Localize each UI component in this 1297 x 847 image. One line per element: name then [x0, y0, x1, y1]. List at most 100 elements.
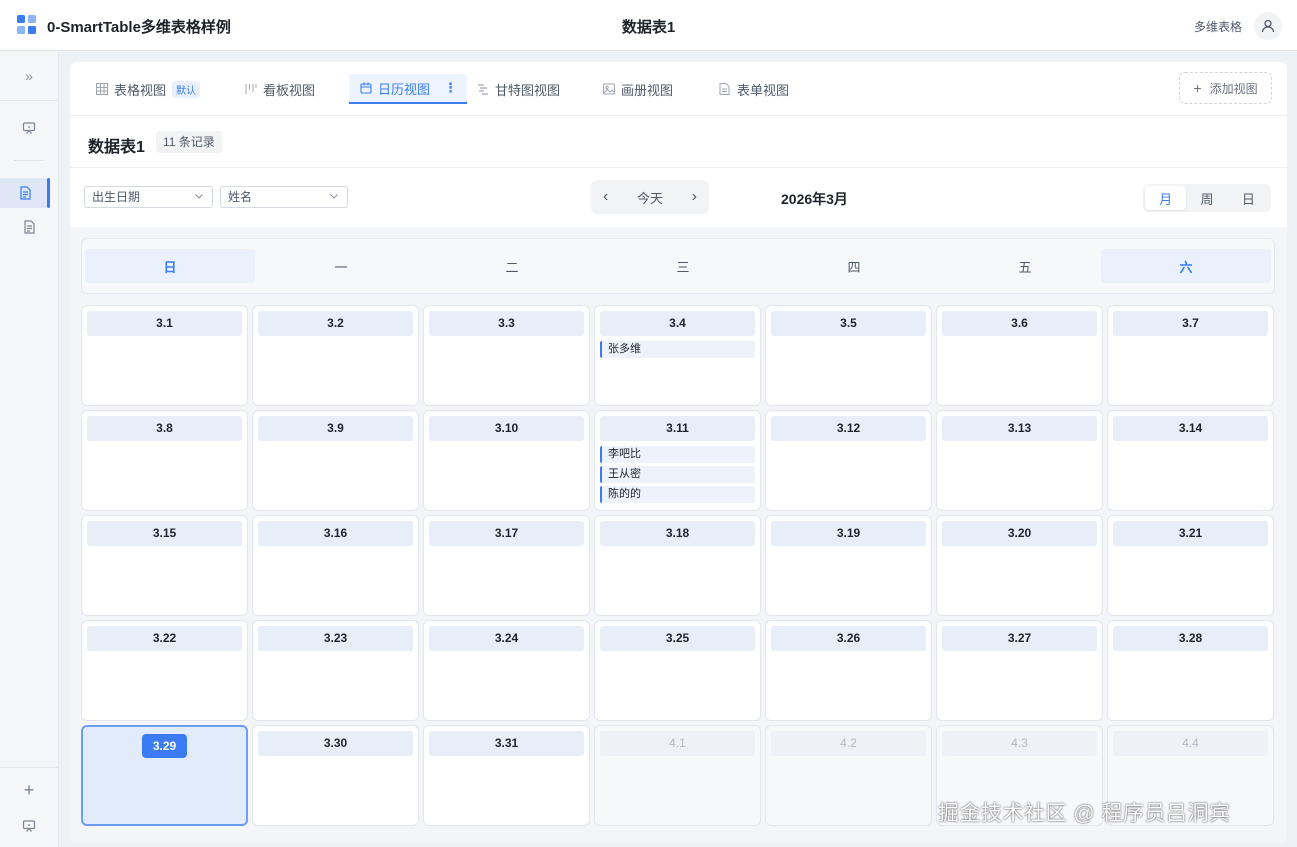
tab-table-view[interactable]: 表格视图 默认	[95, 74, 201, 104]
mode-day-button[interactable]: 日	[1228, 186, 1269, 210]
add-table-icon[interactable]: +	[0, 775, 58, 805]
calendar-cell[interactable]: 3.3	[423, 305, 590, 406]
calendar-icon	[359, 82, 372, 95]
prev-month-button[interactable]: ‹	[603, 188, 608, 206]
calendar-cell[interactable]: 3.17	[423, 515, 590, 616]
calendar-cell[interactable]: 3.15	[81, 515, 248, 616]
mode-month-button[interactable]: 月	[1145, 186, 1187, 210]
chevron-down-icon	[195, 194, 203, 199]
calendar-cell[interactable]: 3.28	[1107, 620, 1274, 721]
app-title: 0-SmartTable多维表格样例	[47, 19, 231, 36]
calendar-cell[interactable]: 3.23	[252, 620, 419, 721]
tab-label: 看板视图	[263, 82, 316, 98]
top-bar: 0-SmartTable多维表格样例 数据表1 多维表格	[0, 0, 1297, 51]
calendar-cell[interactable]: 3.11 李吧比 王从密 陈的的	[594, 410, 761, 511]
cell-date-label: 3.15	[87, 521, 242, 546]
cell-date-label: 3.20	[942, 521, 1097, 546]
cell-date-label: 3.7	[1113, 311, 1268, 336]
calendar-cell[interactable]: 3.31	[423, 725, 590, 826]
tab-kanban-view[interactable]: 看板视图	[244, 74, 315, 104]
tab-form-view[interactable]: 表单视图	[718, 74, 789, 104]
weekday-0: 日	[85, 249, 255, 283]
expand-sidebar-icon[interactable]: »	[0, 51, 58, 101]
calendar-cell[interactable]: 3.24	[423, 620, 590, 721]
cell-date-label: 3.21	[1113, 521, 1268, 546]
table-header: 数据表1 11 条记录	[70, 116, 1287, 168]
calendar-cell[interactable]: 3.5	[765, 305, 932, 406]
calendar-cell[interactable]: 3.1	[81, 305, 248, 406]
calendar-event[interactable]: 陈的的	[600, 486, 755, 503]
title-field-select[interactable]: 姓名	[220, 186, 348, 208]
cell-date-label: 3.4	[600, 311, 755, 336]
grid-icon	[95, 83, 108, 96]
calendar-cell[interactable]: 3.6	[936, 305, 1103, 406]
weekday-6: 六	[1101, 249, 1271, 283]
calendar-cell[interactable]: 3.14	[1107, 410, 1274, 511]
tab-more-icon[interactable]: ⋮	[444, 80, 457, 96]
chevron-down-icon	[330, 194, 338, 199]
add-view-button[interactable]: + 添加视图	[1179, 72, 1272, 104]
today-date-label: 3.29	[142, 734, 187, 758]
image-icon	[602, 83, 615, 96]
cell-date-label: 3.26	[771, 626, 926, 651]
tab-gallery-view[interactable]: 画册视图	[602, 74, 673, 104]
sidebar-divider	[14, 160, 44, 161]
calendar-event[interactable]: 王从密	[600, 466, 755, 483]
document-icon	[23, 220, 35, 234]
tab-gantt-view[interactable]: 甘特图视图	[476, 74, 560, 104]
calendar-cell[interactable]: 3.4 张多维	[594, 305, 761, 406]
sidebar-bottom-divider	[0, 767, 58, 768]
calendar-cell[interactable]: 3.27	[936, 620, 1103, 721]
calendar-cell[interactable]: 3.22	[81, 620, 248, 721]
app-type-label: 多维表格	[1194, 20, 1243, 34]
sidebar-item-table-2[interactable]	[0, 212, 58, 242]
default-badge: 默认	[172, 80, 201, 98]
calendar-cell[interactable]: 3.13	[936, 410, 1103, 511]
cell-date-label: 3.16	[258, 521, 413, 546]
weekday-5: 五	[1018, 259, 1032, 275]
calendar-cell[interactable]: 3.26	[765, 620, 932, 721]
calendar-mode-switch: 月 周 日	[1143, 184, 1271, 212]
calendar-cell[interactable]: 3.25	[594, 620, 761, 721]
sidebar-bottom-board-icon[interactable]	[0, 811, 58, 841]
weekday-header: 日一二三四五六	[81, 238, 1275, 294]
sidebar-item-table-1[interactable]	[0, 178, 50, 208]
cell-date-label: 3.8	[87, 416, 242, 441]
mode-week-button[interactable]: 周	[1186, 186, 1227, 210]
calendar-cell[interactable]: 3.16	[252, 515, 419, 616]
weekday-2: 二	[505, 259, 519, 275]
calendar-event[interactable]: 李吧比	[600, 446, 755, 463]
form-icon	[718, 83, 731, 96]
cell-date-label: 3.14	[1113, 416, 1268, 441]
calendar-cell[interactable]: 3.8	[81, 410, 248, 511]
calendar-cell[interactable]: 4.1	[594, 725, 761, 826]
calendar-cell[interactable]: 3.30	[252, 725, 419, 826]
next-month-button[interactable]: ›	[692, 188, 697, 206]
calendar-cell[interactable]: 4.2	[765, 725, 932, 826]
plus-icon: +	[1193, 80, 1202, 96]
calendar-event[interactable]: 张多维	[600, 341, 755, 358]
cell-date-label: 3.6	[942, 311, 1097, 336]
calendar-cell[interactable]: 3.12	[765, 410, 932, 511]
date-field-select[interactable]: 出生日期	[84, 186, 213, 208]
calendar-cell[interactable]: 3.18	[594, 515, 761, 616]
calendar-cell[interactable]: 3.9	[252, 410, 419, 511]
today-button[interactable]: 今天	[637, 188, 663, 207]
calendar-cell[interactable]: 3.21	[1107, 515, 1274, 616]
cell-date-label: 3.17	[429, 521, 584, 546]
calendar-cell[interactable]: 3.10	[423, 410, 590, 511]
weekday-3: 三	[676, 259, 690, 275]
tab-label: 表单视图	[737, 82, 790, 98]
tab-calendar-view[interactable]: 日历视图 ⋮	[349, 74, 468, 104]
date-field-value: 出生日期	[92, 190, 141, 204]
calendar-cell[interactable]: 3.7	[1107, 305, 1274, 406]
calendar-cell[interactable]: 3.20	[936, 515, 1103, 616]
calendar-cell[interactable]: 3.19	[765, 515, 932, 616]
user-avatar-button[interactable]	[1254, 12, 1282, 40]
weekday-4: 四	[847, 259, 861, 275]
cell-date-label: 3.28	[1113, 626, 1268, 651]
calendar-cell-today[interactable]: 3.29	[81, 725, 248, 826]
calendar-cell[interactable]: 3.2	[252, 305, 419, 406]
cell-date-label: 3.2	[258, 311, 413, 336]
sidebar-board-icon[interactable]	[0, 113, 58, 143]
